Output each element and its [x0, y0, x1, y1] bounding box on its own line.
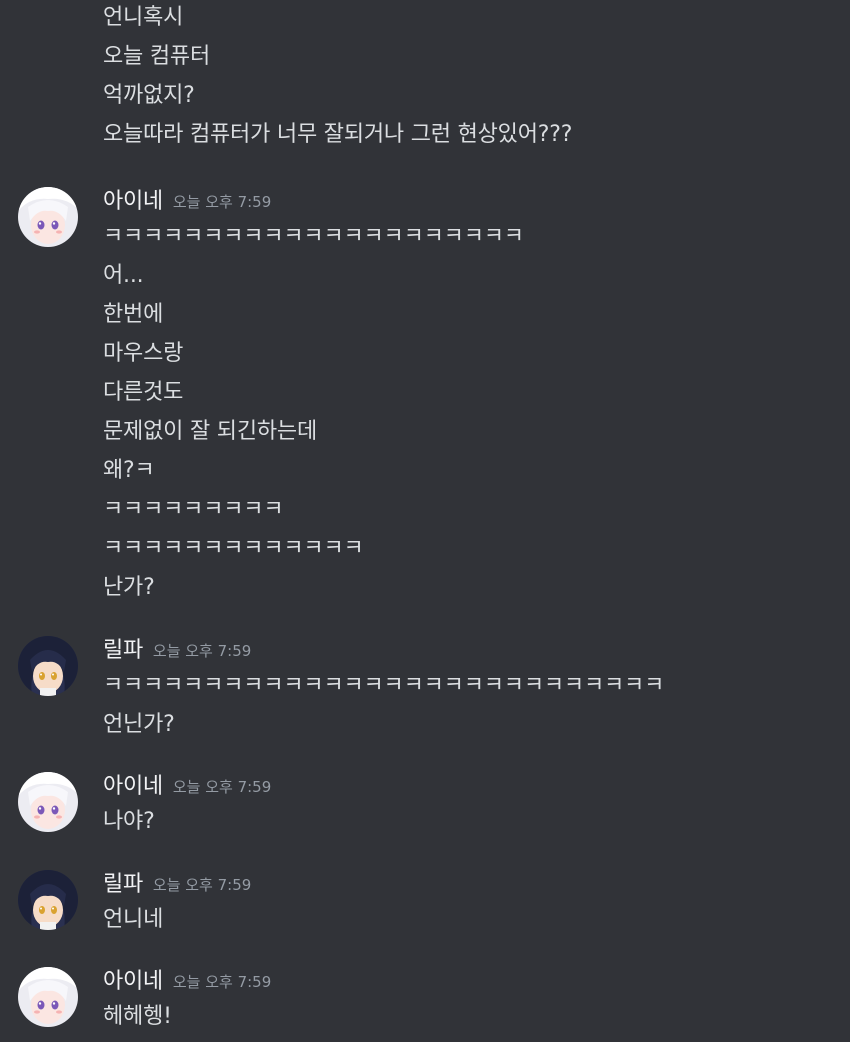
dark-haired-avatar-icon [18, 636, 78, 696]
message-text: 한번에 [103, 302, 164, 327]
message-text: 다른것도 [103, 380, 184, 405]
avatar[interactable] [18, 772, 78, 832]
white-haired-avatar-icon [18, 967, 78, 1027]
avatar[interactable] [18, 870, 78, 930]
message-text: 억까없지? [103, 83, 195, 108]
message-text: 헤헤헹! [103, 1004, 172, 1029]
dark-haired-avatar-icon [18, 870, 78, 930]
avatar[interactable] [18, 636, 78, 696]
message-header: 릴파 오늘 오후 7:59 [103, 630, 664, 666]
message-text: ㅋㅋㅋㅋㅋㅋㅋㅋㅋㅋㅋㅋㅋㅋㅋㅋㅋㅋㅋㅋㅋㅋㅋㅋㅋㅋㅋㅋ [103, 673, 665, 698]
avatar[interactable] [18, 967, 78, 1027]
message-group: 릴파 오늘 오후 7:59 ㅋㅋㅋㅋㅋㅋㅋㅋㅋㅋㅋㅋㅋㅋㅋㅋㅋㅋㅋㅋㅋㅋㅋㅋㅋㅋ… [0, 630, 664, 744]
message-text: ㅋㅋㅋㅋㅋㅋㅋㅋㅋㅋㅋㅋㅋㅋㅋㅋㅋㅋㅋㅋㅋ [103, 224, 524, 249]
message-text: 오늘따라 컴퓨터가 너무 잘되거나 그런 현상있어??? [103, 122, 573, 147]
username[interactable]: 아이네 [103, 183, 163, 215]
timestamp: 오늘 오후 7:59 [172, 777, 272, 796]
timestamp: 오늘 오후 7:59 [172, 192, 272, 211]
message-header: 릴파 오늘 오후 7:59 [103, 864, 251, 900]
username[interactable]: 아이네 [103, 768, 163, 800]
message-text: 마우스랑 [103, 341, 184, 366]
white-haired-avatar-icon [18, 772, 78, 832]
timestamp: 오늘 오후 7:59 [172, 972, 272, 991]
message-text: 왜?ㅋ [103, 458, 155, 483]
message-group: 아이네 오늘 오후 7:59 헤헤헹! [0, 961, 271, 1036]
chat-messages: 언니혹시 오늘 컴퓨터 억까없지? 오늘따라 컴퓨터가 너무 잘되거나 그런 현… [0, 0, 850, 1042]
message-text: 문제없이 잘 되긴하는데 [103, 419, 317, 444]
message-group: 아이네 오늘 오후 7:59 나야? [0, 766, 271, 841]
username[interactable]: 아이네 [103, 963, 163, 995]
message-header: 아이네 오늘 오후 7:59 [103, 181, 524, 217]
message-text: 어... [103, 263, 144, 288]
message-group: 아이네 오늘 오후 7:59 ㅋㅋㅋㅋㅋㅋㅋㅋㅋㅋㅋㅋㅋㅋㅋㅋㅋㅋㅋㅋㅋ 어..… [0, 181, 524, 607]
message-text: 오늘 컴퓨터 [103, 44, 210, 69]
message-text: 언니네 [103, 907, 164, 932]
message-text: 나야? [103, 809, 155, 834]
message-group: 언니혹시 오늘 컴퓨터 억까없지? 오늘따라 컴퓨터가 너무 잘되거나 그런 현… [0, 0, 572, 154]
message-header: 아이네 오늘 오후 7:59 [103, 766, 271, 802]
message-header: 아이네 오늘 오후 7:59 [103, 961, 271, 997]
avatar[interactable] [18, 187, 78, 247]
message-text: ㅋㅋㅋㅋㅋㅋㅋㅋㅋ [103, 497, 284, 522]
message-group: 릴파 오늘 오후 7:59 언니네 [0, 864, 251, 939]
message-text: 언닌가? [103, 712, 175, 737]
message-text: 난가? [103, 575, 155, 600]
timestamp: 오늘 오후 7:59 [152, 641, 252, 660]
white-haired-avatar-icon [18, 187, 78, 247]
username[interactable]: 릴파 [103, 632, 143, 664]
message-text: 언니혹시 [103, 5, 184, 30]
message-text: ㅋㅋㅋㅋㅋㅋㅋㅋㅋㅋㅋㅋㅋ [103, 536, 364, 561]
timestamp: 오늘 오후 7:59 [152, 875, 252, 894]
username[interactable]: 릴파 [103, 866, 143, 898]
